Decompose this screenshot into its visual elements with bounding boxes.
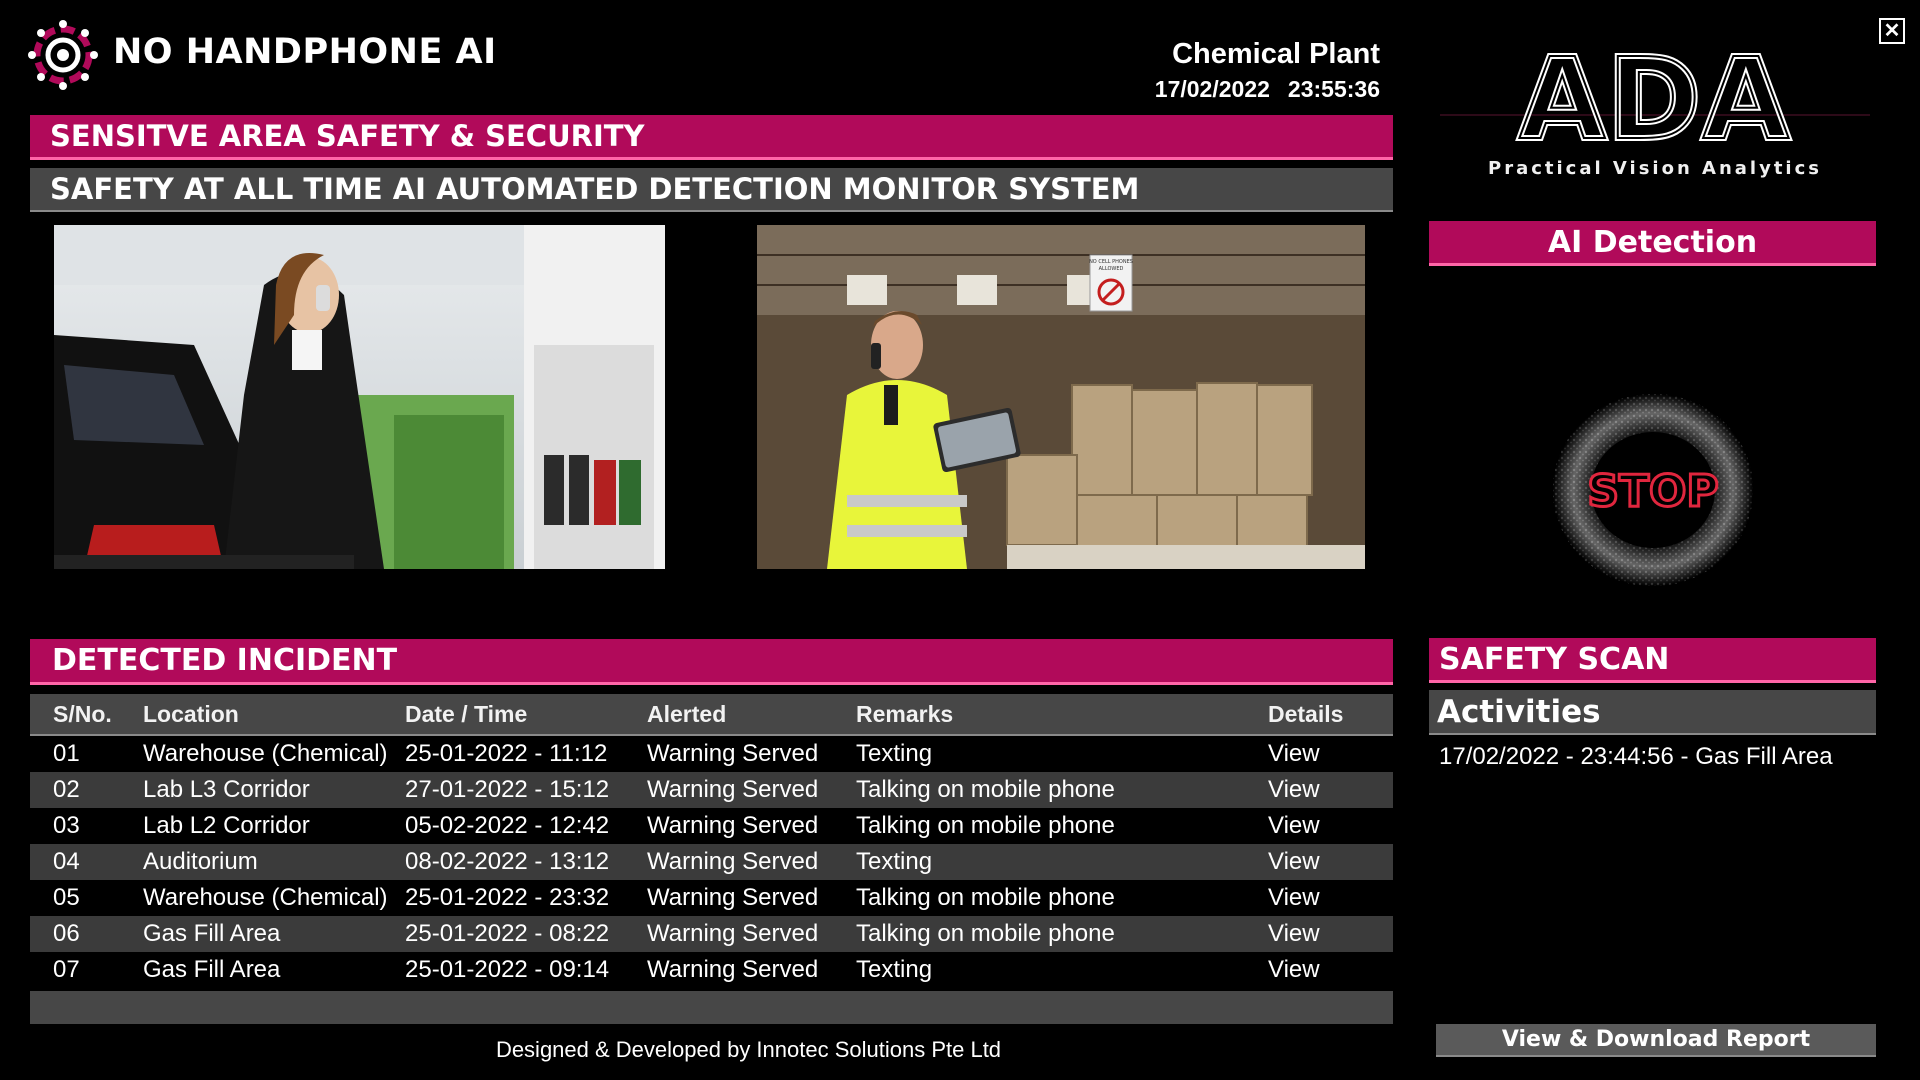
cell-alerted: Warning Served xyxy=(647,884,819,911)
table-row: 04 Auditorium 08-02-2022 - 13:12 Warning Se… xyxy=(30,844,1393,880)
cell-location: Warehouse (Chemical) xyxy=(143,740,388,767)
column-header-details: Details xyxy=(1268,700,1344,727)
ada-tagline: Practical Vision Analytics xyxy=(1488,158,1822,179)
section-banner-primary: SENSITVE AREA SAFETY & SECURITY xyxy=(30,115,1393,160)
cell-remarks: Texting xyxy=(856,740,933,767)
view-details-link[interactable]: View xyxy=(1268,848,1393,876)
cell-location: Auditorium xyxy=(143,848,258,875)
incident-table: S/No. Location Date / Time Alerted Remar… xyxy=(30,694,1393,988)
cell-remarks: Texting xyxy=(856,956,933,983)
current-time: 23:55:36 xyxy=(1287,76,1380,102)
cell-sno: 03 xyxy=(53,812,80,839)
cell-datetime: 25-01-2022 - 08:22 xyxy=(405,920,610,947)
column-header-datetime: Date / Time xyxy=(405,700,528,727)
cell-location: Warehouse (Chemical) xyxy=(143,884,388,911)
view-download-report-button[interactable]: View & Download Report xyxy=(1436,1024,1876,1057)
view-details-link[interactable]: View xyxy=(1268,920,1393,948)
cell-location: Lab L2 Corridor xyxy=(143,812,310,839)
ai-detection-title: AI Detection xyxy=(1429,221,1876,266)
cell-datetime: 25-01-2022 - 11:12 xyxy=(405,740,608,767)
cell-sno: 01 xyxy=(53,740,80,767)
activities-title: Activities xyxy=(1429,690,1876,735)
view-details-link[interactable]: View xyxy=(1268,776,1393,804)
site-datetime: 17/02/2022 23:55:36 xyxy=(1155,76,1380,103)
cell-datetime: 25-01-2022 - 09:14 xyxy=(405,956,610,983)
cell-datetime: 27-01-2022 - 15:12 xyxy=(405,776,610,803)
cell-location: Lab L3 Corridor xyxy=(143,776,310,803)
cell-remarks: Talking on mobile phone xyxy=(856,884,1115,911)
cell-sno: 02 xyxy=(53,776,80,803)
camera-feed-gas-station xyxy=(54,225,665,569)
stop-label: STOP xyxy=(1587,466,1718,517)
close-icon[interactable]: ✕ xyxy=(1879,18,1905,44)
cell-alerted: Warning Served xyxy=(647,776,819,803)
cell-datetime: 08-02-2022 - 13:12 xyxy=(405,848,610,875)
cell-alerted: Warning Served xyxy=(647,956,819,983)
table-row: 06 Gas Fill Area 25-01-2022 - 08:22 Warning… xyxy=(30,916,1393,952)
app-title: NO HANDPHONE AI xyxy=(113,32,497,72)
cell-sno: 07 xyxy=(53,956,80,983)
view-details-link[interactable]: View xyxy=(1268,884,1393,912)
incident-table-header: S/No. Location Date / Time Alerted Remar… xyxy=(30,694,1393,736)
stop-sign-icon: STOP xyxy=(1553,394,1753,586)
cell-remarks: Talking on mobile phone xyxy=(856,812,1115,839)
table-row: 03 Lab L2 Corridor 05-02-2022 - 12:42 Warni… xyxy=(30,808,1393,844)
camera-feed-warehouse: NO CELL PHONES ALLOWED xyxy=(757,225,1365,569)
cell-sno: 04 xyxy=(53,848,80,875)
sign-line-1: NO CELL PHONES xyxy=(1089,259,1133,265)
column-header-sno: S/No. xyxy=(53,700,112,727)
cell-datetime: 05-02-2022 - 12:42 xyxy=(405,812,610,839)
table-row: 01 Warehouse (Chemical) 25-01-2022 - 11:12… xyxy=(30,736,1393,772)
cell-alerted: Warning Served xyxy=(647,812,819,839)
column-header-location: Location xyxy=(143,700,239,727)
current-date: 17/02/2022 xyxy=(1154,76,1270,102)
cell-alerted: Warning Served xyxy=(647,740,819,767)
cell-remarks: Talking on mobile phone xyxy=(856,776,1115,803)
cell-alerted: Warning Served xyxy=(647,848,819,875)
column-header-remarks: Remarks xyxy=(856,700,954,727)
section-banner-secondary: SAFETY AT ALL TIME AI AUTOMATED DETECTIO… xyxy=(30,168,1393,212)
cell-alerted: Warning Served xyxy=(647,920,819,947)
view-details-link[interactable]: View xyxy=(1268,812,1393,840)
cell-sno: 05 xyxy=(53,884,80,911)
safety-scan-title: SAFETY SCAN xyxy=(1429,638,1876,683)
incident-section-title: DETECTED INCIDENT xyxy=(30,639,1393,685)
cell-location: Gas Fill Area xyxy=(143,920,281,947)
site-name: Chemical Plant xyxy=(1172,38,1380,70)
ada-brand-text-inline: ADA xyxy=(1519,35,1791,150)
table-row: 02 Lab L3 Corridor 27-01-2022 - 15:12 Warni… xyxy=(30,772,1393,808)
ada-logo: ADA ADA xyxy=(1440,32,1870,150)
eye-target-icon xyxy=(28,20,98,90)
column-header-alerted: Alerted xyxy=(647,700,727,727)
developer-credit: Designed & Developed by Innotec Solution… xyxy=(495,1037,1002,1062)
view-details-link[interactable]: View xyxy=(1268,740,1393,768)
cell-datetime: 25-01-2022 - 23:32 xyxy=(405,884,610,911)
incident-table-body: 01 Warehouse (Chemical) 25-01-2022 - 11:12… xyxy=(30,736,1393,988)
activity-item: 17/02/2022 - 23:44:56 - Gas Fill Area xyxy=(1439,743,1833,770)
cell-remarks: Texting xyxy=(856,848,933,875)
cell-sno: 06 xyxy=(53,920,80,947)
view-details-link[interactable]: View xyxy=(1268,956,1393,984)
table-row: 07 Gas Fill Area 25-01-2022 - 09:14 Warning… xyxy=(30,952,1393,988)
table-row: 05 Warehouse (Chemical) 25-01-2022 - 23:32… xyxy=(30,880,1393,916)
incident-table-footer xyxy=(30,991,1393,1024)
cell-location: Gas Fill Area xyxy=(143,956,281,983)
cell-remarks: Talking on mobile phone xyxy=(856,920,1115,947)
sign-line-2: ALLOWED xyxy=(1099,266,1124,272)
